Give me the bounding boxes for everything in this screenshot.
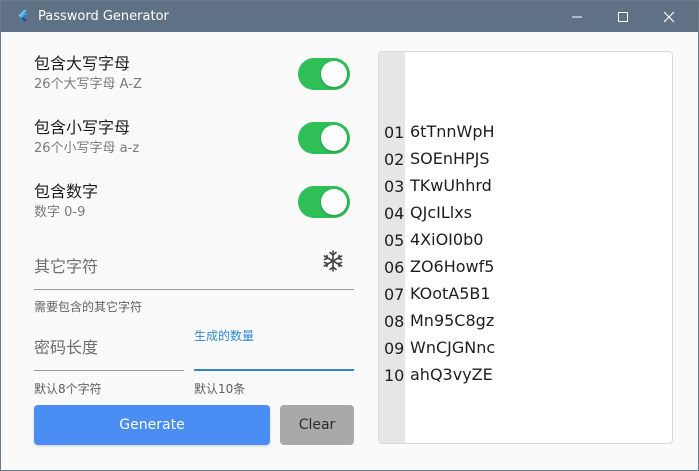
password-line: 07 KOotA5B1: [379, 280, 672, 307]
password-line: 10 ahQ3vyZE: [379, 361, 672, 388]
count-input[interactable]: 生成的数量: [194, 327, 254, 344]
toggle-knob: [321, 125, 347, 151]
password-length-helper: 默认8个字符: [34, 382, 102, 396]
title-bar: Password Generator: [1, 1, 698, 32]
password-text: KOotA5B1: [410, 284, 491, 303]
password-line: 09 WnCJGNnc: [379, 334, 672, 361]
password-line: 03 TKwUhhrd: [379, 172, 672, 199]
password-text: 4XiOI0b0: [410, 230, 484, 249]
password-line: 06 ZO6Howf5: [379, 253, 672, 280]
close-button[interactable]: [646, 1, 692, 32]
line-number: 01: [384, 123, 405, 142]
password-text: 6tTnnWpH: [410, 122, 495, 141]
main-content: 包含大写字母 26个大写字母 A-Z 包含小写字母 26个小写字母 a-z 包含…: [1, 32, 698, 470]
line-number: 10: [384, 366, 405, 385]
line-number: 08: [384, 312, 405, 331]
password-text: TKwUhhrd: [410, 176, 492, 195]
line-number: 03: [384, 177, 405, 196]
line-number: 06: [384, 258, 405, 277]
password-line: 04 QJcILlxs: [379, 199, 672, 226]
toggle-knob: [321, 189, 347, 215]
password-line: 02 SOEnHPJS: [379, 145, 672, 172]
line-number: 07: [384, 285, 405, 304]
clear-button[interactable]: Clear: [280, 405, 354, 445]
count-underline: [194, 369, 354, 371]
password-text: WnCJGNnc: [410, 338, 496, 357]
password-line: 05 4XiOI0b0: [379, 226, 672, 253]
flutter-logo-icon: [18, 10, 27, 21]
generate-button[interactable]: Generate: [34, 405, 270, 445]
minimize-button[interactable]: [554, 1, 600, 32]
line-number: 04: [384, 204, 405, 223]
close-icon: [663, 11, 675, 22]
count-helper: 默认10条: [194, 382, 246, 396]
app-window: Password Generator 包含大写字母 26个大写字母 A-Z 包含…: [0, 0, 699, 471]
password-length-input[interactable]: 密码长度: [34, 334, 98, 358]
password-length-underline: [34, 370, 184, 371]
password-line: 01 6tTnnWpH: [379, 118, 672, 145]
password-text: ZO6Howf5: [410, 257, 495, 276]
window-title: Password Generator: [38, 9, 169, 24]
digits-toggle[interactable]: [298, 186, 350, 218]
uppercase-toggle[interactable]: [298, 58, 350, 90]
maximize-button[interactable]: [600, 1, 646, 32]
password-line: 08 Mn95C8gz: [379, 307, 672, 334]
output-panel[interactable]: 01 6tTnnWpH 02 SOEnHPJS 03 TKwUhhrd 04 QJcILlxs…: [378, 51, 673, 444]
snowflake-icon[interactable]: [321, 249, 345, 273]
password-text: Mn95C8gz: [410, 311, 495, 330]
line-number: 02: [384, 150, 405, 169]
toggle-knob: [321, 61, 347, 87]
line-number: 05: [384, 231, 405, 250]
other-chars-underline: [34, 289, 354, 290]
password-text: SOEnHPJS: [410, 149, 490, 168]
line-number: 09: [384, 339, 405, 358]
other-chars-helper: 需要包含的其它字符: [34, 300, 143, 314]
password-text: QJcILlxs: [410, 203, 472, 222]
maximize-icon: [618, 11, 628, 22]
other-chars-input[interactable]: 其它字符: [34, 253, 98, 277]
lowercase-toggle[interactable]: [298, 122, 350, 154]
password-text: ahQ3vyZE: [410, 365, 493, 384]
minimize-icon: [572, 16, 582, 17]
password-list: 01 6tTnnWpH 02 SOEnHPJS 03 TKwUhhrd 04 QJcILlxs…: [379, 118, 672, 388]
